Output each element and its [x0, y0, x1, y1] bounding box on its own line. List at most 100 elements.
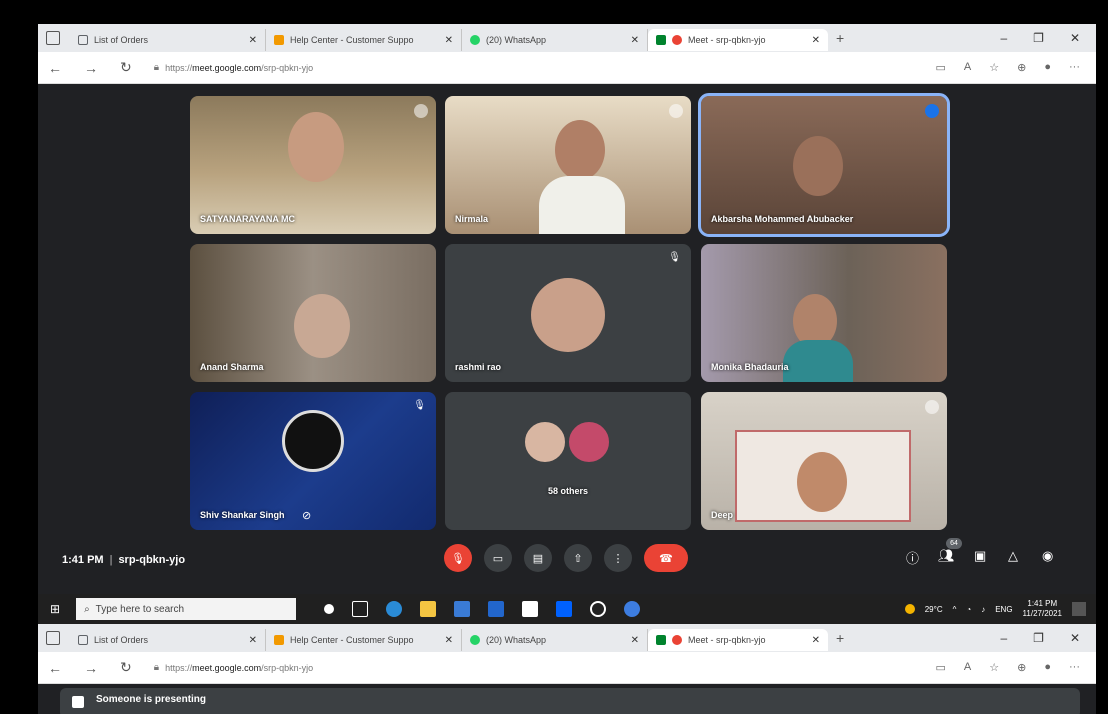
collections-icon[interactable]: ⊕ [1017, 661, 1026, 674]
help-center-icon [274, 35, 284, 45]
more-options-button[interactable]: ⋮ [604, 544, 632, 572]
new-tab-icon[interactable]: + [836, 30, 844, 46]
leave-call-button[interactable]: ☎ [644, 544, 688, 572]
profile-icon[interactable]: ● [1044, 661, 1051, 674]
weather-icon[interactable] [904, 604, 915, 614]
tab-meet[interactable]: Meet - srp-qbkn-yjo ✕ [648, 629, 828, 651]
close-tab-icon[interactable]: ✕ [437, 35, 453, 46]
more-options-icon[interactable] [414, 104, 428, 118]
camera-off-icon: ⊘ [302, 510, 312, 522]
participant-tile[interactable]: Monika Bhadauria [701, 244, 947, 382]
participant-video [793, 136, 843, 196]
volume-icon[interactable]: ♪ [981, 605, 985, 614]
screenshot-frame: List of Orders ✕ Help Center - Customer … [0, 0, 1108, 714]
url-field[interactable]: https://meet.google.com/srp-qbkn-yjo [165, 63, 313, 73]
forward-icon[interactable]: → [84, 60, 98, 76]
present-button[interactable]: ⇧ [564, 544, 592, 572]
more-icon[interactable]: ··· [1069, 61, 1080, 74]
obs-icon[interactable] [590, 601, 607, 617]
back-icon[interactable]: ← [48, 660, 62, 676]
camera-toggle-button[interactable]: ▭ [484, 544, 512, 572]
toolbar-icons: ▭ A ☆ ⊕ ● ··· [936, 61, 1097, 74]
file-explorer-icon[interactable] [420, 601, 437, 617]
mail-icon[interactable] [488, 601, 505, 617]
tab-whatsapp[interactable]: (20) WhatsApp ✕ [462, 29, 648, 51]
tab-meet[interactable]: Meet - srp-qbkn-yjo ✕ [648, 29, 828, 51]
restore-icon[interactable]: ❐ [1033, 31, 1044, 45]
new-tab-icon[interactable]: + [836, 630, 844, 646]
participant-tile[interactable]: Nirmala [445, 96, 691, 234]
cortana-icon[interactable] [324, 604, 335, 614]
language-indicator[interactable]: ENG [995, 605, 1012, 614]
people-icon[interactable]: 👥︎ [938, 548, 955, 564]
notifications-icon[interactable] [1072, 602, 1086, 616]
restore-icon[interactable]: ❐ [1033, 631, 1044, 645]
close-tab-icon[interactable]: ✕ [437, 635, 453, 646]
refresh-icon[interactable]: ↻ [120, 659, 132, 676]
participant-tile[interactable]: Deep [701, 392, 947, 530]
more-icon[interactable]: ··· [1069, 661, 1080, 674]
participant-video [294, 294, 350, 358]
minimize-icon[interactable]: – [1000, 31, 1007, 45]
close-tab-icon[interactable]: ✕ [804, 35, 820, 46]
close-window-icon[interactable]: ✕ [1070, 31, 1080, 45]
tab-actions-icon[interactable] [46, 31, 60, 45]
close-tab-icon[interactable]: ✕ [623, 635, 639, 646]
camera-icon[interactable]: ▭ [936, 61, 946, 74]
chevron-up-icon[interactable]: ^ [953, 605, 957, 614]
amazon-icon[interactable] [522, 601, 539, 617]
tab-help-center[interactable]: Help Center - Customer Suppo ✕ [266, 29, 462, 51]
participant-tile[interactable]: Anand Sharma [190, 244, 436, 382]
more-options-icon[interactable] [669, 104, 683, 118]
forward-icon[interactable]: → [84, 660, 98, 676]
minimize-icon[interactable]: – [1000, 631, 1007, 645]
tab-list-of-orders[interactable]: List of Orders ✕ [70, 29, 266, 51]
store-icon[interactable] [454, 601, 471, 617]
camera-icon[interactable]: ▭ [936, 661, 946, 674]
tab-whatsapp[interactable]: (20) WhatsApp ✕ [462, 629, 648, 651]
dropbox-icon[interactable] [556, 601, 573, 617]
favorite-icon[interactable]: ☆ [989, 661, 999, 674]
participant-tile-speaking[interactable]: Akbarsha Mohammed Abubacker [698, 93, 950, 237]
tab-label: List of Orders [94, 35, 149, 45]
windows-start-icon[interactable]: ⊞ [50, 602, 60, 616]
taskbar-search-box[interactable]: ⌕ Type here to search [76, 598, 297, 620]
more-options-icon[interactable] [925, 400, 939, 414]
participant-tile[interactable]: 🎙︎ Shiv Shankar Singh ⊘ [190, 392, 436, 530]
taskbar-clock[interactable]: 1:41 PM 11/27/2021 [1023, 599, 1062, 619]
others-tile[interactable]: 58 others [445, 392, 691, 530]
meet-icon [656, 35, 666, 45]
close-tab-icon[interactable]: ✕ [804, 635, 820, 646]
tab-list-of-orders[interactable]: List of Orders ✕ [70, 629, 266, 651]
captions-icon: ▤ [532, 552, 544, 565]
back-icon[interactable]: ← [48, 60, 62, 76]
banner-text: Someone is presenting [96, 694, 207, 705]
close-tab-icon[interactable]: ✕ [241, 35, 257, 46]
read-aloud-icon[interactable]: A [964, 61, 971, 74]
participant-tile[interactable]: SATYANARAYANA MC [190, 96, 436, 234]
activities-icon[interactable]: △ [1008, 548, 1018, 564]
task-view-icon[interactable] [352, 601, 369, 617]
read-aloud-icon[interactable]: A [964, 661, 971, 674]
profile-icon[interactable]: ● [1044, 61, 1051, 74]
chat-icon[interactable]: ▣ [974, 548, 986, 564]
close-tab-icon[interactable]: ✕ [623, 35, 639, 46]
chrome-icon[interactable] [624, 601, 641, 617]
captions-button[interactable]: ▤ [524, 544, 552, 572]
tab-actions-icon[interactable] [46, 631, 60, 645]
participant-tile[interactable]: 🎙︎ rashmi rao [445, 244, 691, 382]
edge-icon[interactable] [386, 601, 403, 617]
close-window-icon[interactable]: ✕ [1070, 631, 1080, 645]
window-controls: – ❐ ✕ [1000, 631, 1096, 645]
wifi-icon[interactable]: ◔ [966, 605, 971, 614]
mic-toggle-button[interactable]: 🎙︎ [444, 544, 472, 572]
host-controls-icon[interactable]: ◉ [1042, 548, 1053, 564]
close-tab-icon[interactable]: ✕ [241, 635, 257, 646]
clock-date: 11/27/2021 [1022, 609, 1062, 618]
tab-help-center[interactable]: Help Center - Customer Suppo ✕ [266, 629, 462, 651]
refresh-icon[interactable]: ↻ [120, 59, 132, 76]
url-field[interactable]: https://meet.google.com/srp-qbkn-yjo [165, 663, 313, 673]
collections-icon[interactable]: ⊕ [1017, 61, 1026, 74]
info-icon[interactable]: ⓘ [906, 548, 919, 567]
favorite-icon[interactable]: ☆ [989, 61, 999, 74]
